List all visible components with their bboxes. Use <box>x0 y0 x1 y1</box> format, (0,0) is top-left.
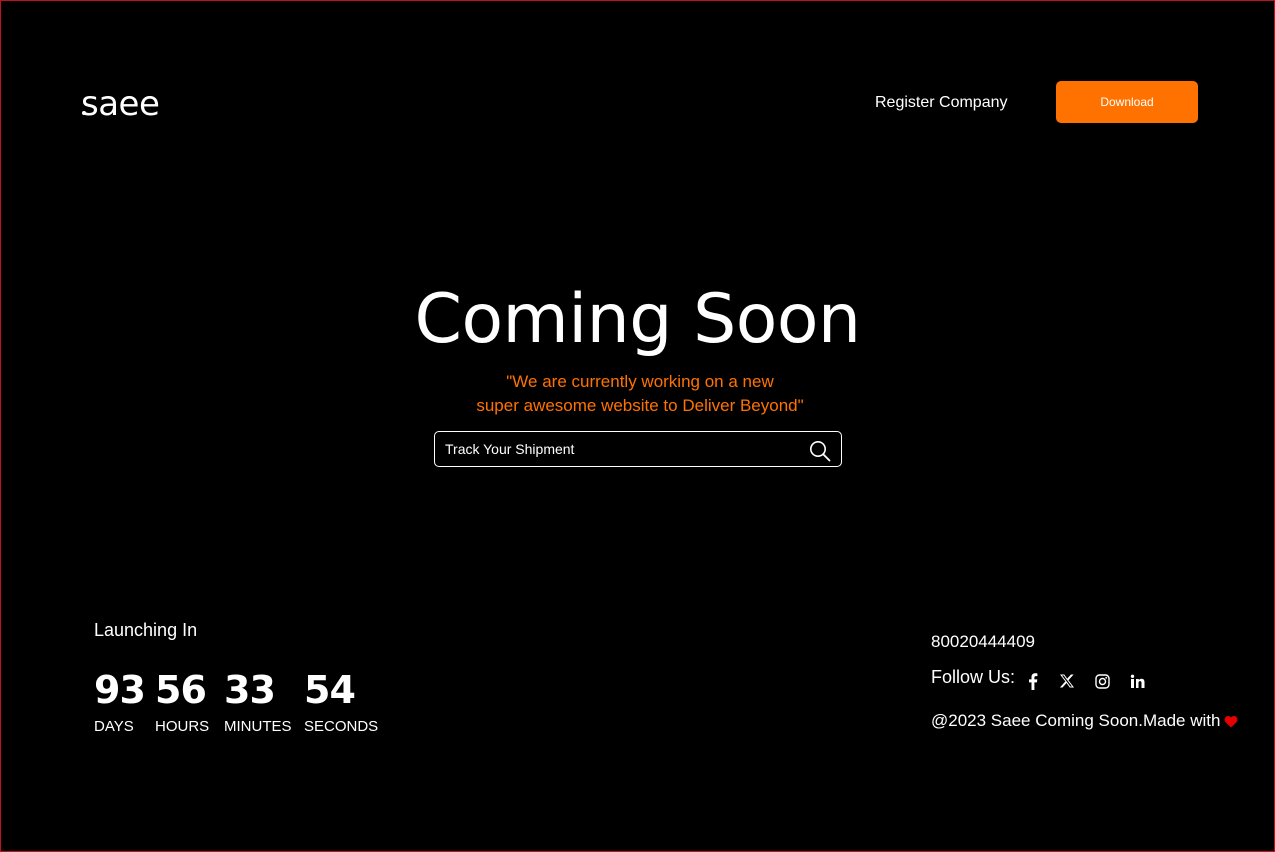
heart-icon <box>1224 713 1238 728</box>
countdown-seconds-value: 54 <box>304 668 356 712</box>
logo-text: saee <box>81 84 160 124</box>
search-icon[interactable] <box>809 440 831 462</box>
register-company-link[interactable]: Register Company <box>875 94 1008 112</box>
copyright-text: @2023 Saee Coming Soon.Made with <box>931 711 1238 731</box>
countdown-hours: 56 HOURS <box>155 668 209 735</box>
track-shipment-input[interactable] <box>445 432 795 466</box>
track-shipment-box <box>434 431 842 467</box>
launching-in-label: Launching In <box>94 620 198 640</box>
x-icon[interactable] <box>1058 672 1076 690</box>
countdown-hours-label: HOURS <box>155 718 210 735</box>
phone-number: 80020444409 <box>931 632 1036 651</box>
countdown-seconds-label: SECONDS <box>304 718 379 735</box>
countdown-minutes-label: MINUTES <box>224 718 292 735</box>
countdown-minutes: 33 MINUTES <box>224 668 292 735</box>
countdown-seconds: 54 SECONDS <box>304 668 378 735</box>
countdown-minutes-value: 33 <box>224 668 276 712</box>
page-title: Coming Soon <box>414 280 861 359</box>
countdown-days-label: DAYS <box>94 718 134 735</box>
download-button[interactable]: Download <box>1056 81 1198 123</box>
linkedin-icon[interactable] <box>1128 672 1146 690</box>
instagram-icon[interactable] <box>1093 672 1111 690</box>
copyright-label: @2023 Saee Coming Soon.Made with <box>931 711 1221 730</box>
follow-us-label: Follow Us: <box>931 667 1016 687</box>
facebook-icon[interactable] <box>1024 672 1042 690</box>
hero-subtitle-line-2: super awesome website to Deliver Beyond" <box>476 396 804 415</box>
countdown-days-value: 93 <box>94 668 146 712</box>
brand-logo[interactable]: saee <box>81 84 160 124</box>
countdown-hours-value: 56 <box>155 668 207 712</box>
hero-subtitle-line-1: "We are currently working on a new <box>506 372 774 391</box>
countdown-days: 93 DAYS <box>94 668 146 735</box>
hero-subtitle: "We are currently working on a new super… <box>0 370 1275 418</box>
logo-dot-mark <box>82 111 86 115</box>
